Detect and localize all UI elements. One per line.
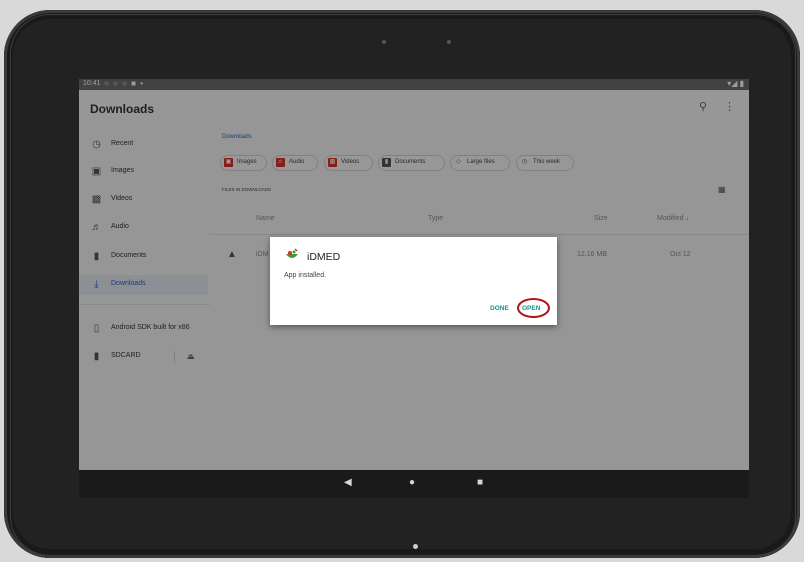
home-icon[interactable]: ● xyxy=(409,477,415,488)
navigation-bar: ◀ ● ■ xyxy=(79,470,749,498)
dialog-message: App installed. xyxy=(284,272,327,279)
app-installed-dialog: iDMED App installed. DONE OPEN xyxy=(270,237,557,325)
dialog-app-name: iDMED xyxy=(307,251,341,263)
back-icon[interactable]: ◀ xyxy=(344,477,352,488)
open-button[interactable]: OPEN xyxy=(522,305,540,312)
idmed-app-icon xyxy=(286,248,298,258)
sensor-dot xyxy=(447,40,451,44)
camera-dot xyxy=(382,40,386,44)
hardware-home-dot xyxy=(413,544,418,549)
done-button[interactable]: DONE xyxy=(490,305,509,312)
recents-icon[interactable]: ■ xyxy=(477,477,483,488)
